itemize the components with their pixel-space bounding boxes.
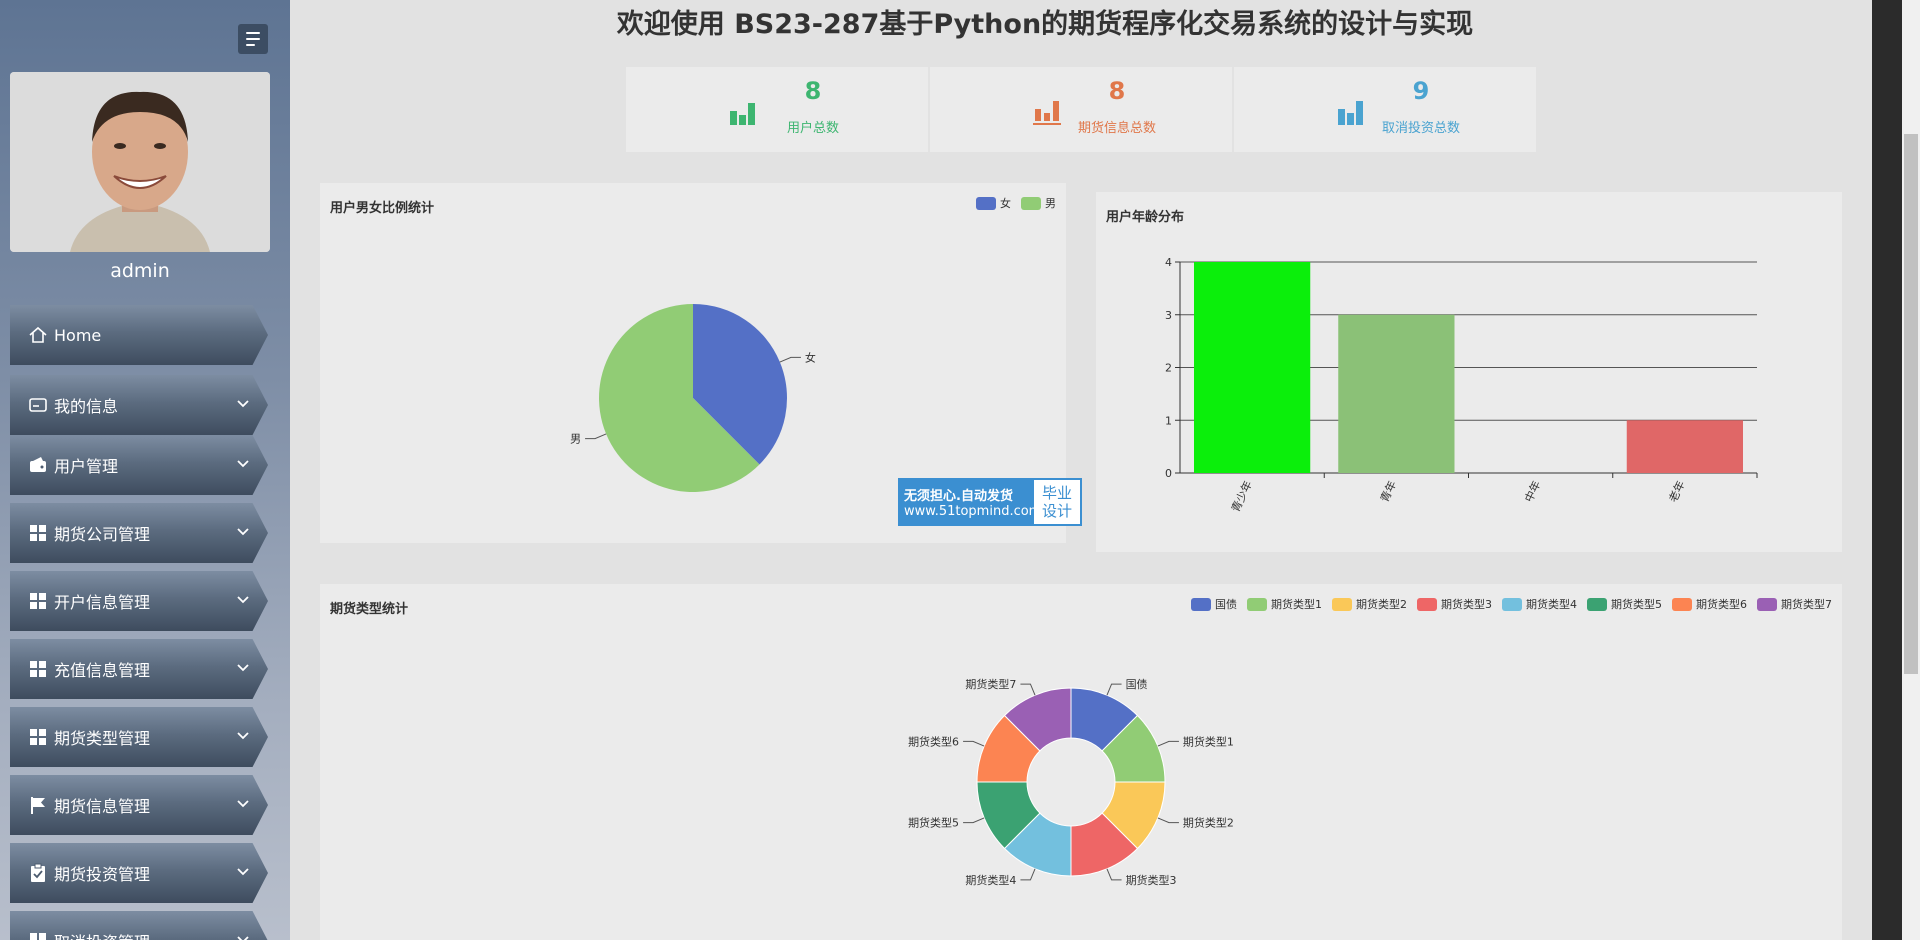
- username-label: admin: [110, 260, 170, 282]
- sidebar-item-label: 期货信息管理: [54, 797, 151, 816]
- x-tick-label: 青少年: [1228, 478, 1255, 514]
- chevron-down-icon: [237, 528, 249, 536]
- sidebar-item-label: 期货类型管理: [54, 729, 151, 748]
- label-line: [585, 433, 607, 440]
- sidebar-item-futures-type[interactable]: 期货类型管理: [10, 707, 268, 767]
- y-tick-label: 4: [1165, 256, 1172, 269]
- age-bar-chart: 0 1 2 3 4 青少年 青年 中年 老年: [1165, 256, 1758, 514]
- stat-label: 用户总数: [786, 121, 839, 136]
- y-tick-label: 1: [1165, 414, 1172, 427]
- stat-card-futures-info: 8 期货信息总数: [930, 67, 1232, 152]
- stat-value: 8: [804, 77, 822, 105]
- x-tick-label: 老年: [1666, 478, 1688, 504]
- bar[interactable]: [1626, 420, 1743, 473]
- watermark-line1: 无须担心.自动发货: [904, 489, 1013, 504]
- futures-type-donut-chart: 国债期货类型1 期货类型2 期货类型3 期货类型4 期货类型5 期货类型6 期货类型7: [908, 677, 1234, 887]
- wallet-icon: [28, 455, 48, 475]
- sidebar-item-futures-info[interactable]: 期货信息管理: [10, 775, 268, 835]
- slice-label: 期货类型4: [965, 873, 1016, 887]
- label-line: [1106, 868, 1122, 881]
- flag-icon: [28, 795, 48, 815]
- stat-label: 期货信息总数: [1077, 121, 1156, 136]
- user-photo: [10, 72, 270, 252]
- label-line: [1157, 817, 1179, 824]
- menu-toggle-button[interactable]: [238, 24, 268, 54]
- stat-card-cancel-investment: 9 取消投资总数: [1234, 67, 1536, 152]
- gender-chart-panel: 用户男女比例统计 女 男 女男 无须担心.自动发货 www.51topmind.…: [320, 183, 1082, 543]
- stat-value: 9: [1412, 77, 1430, 105]
- grid-icon: [28, 523, 48, 543]
- grid-icon: [28, 727, 48, 747]
- watermark-badge1: 毕业: [1041, 484, 1072, 502]
- label-line: [779, 356, 801, 363]
- stat-value: 8: [1108, 77, 1126, 105]
- label-line: [963, 817, 985, 824]
- sidebar-item-home[interactable]: Home: [10, 305, 268, 365]
- page-title: 欢迎使用 BS23-287基于Python的期货程序化交易系统的设计与实现: [616, 9, 1474, 40]
- label-line: [1157, 740, 1179, 747]
- label-line: [1020, 683, 1036, 696]
- sidebar: admin Home 我的信息 用户管理 期货公司管理 开户信息管理 充值信息管…: [0, 0, 290, 940]
- sidebar-item-user-management[interactable]: 用户管理: [10, 435, 268, 495]
- slice-label: 期货类型5: [908, 816, 959, 830]
- home-icon: [28, 325, 48, 345]
- sidebar-item-account-info[interactable]: 开户信息管理: [10, 571, 268, 631]
- grid-icon: [28, 591, 48, 611]
- slice-label: 国债: [1126, 677, 1148, 691]
- y-tick-label: 0: [1165, 467, 1172, 480]
- card-icon: [28, 395, 48, 415]
- avatar: [10, 72, 270, 252]
- label-line: [1106, 683, 1122, 696]
- scrollbar-thumb[interactable]: [1904, 134, 1918, 674]
- y-tick-label: 3: [1165, 309, 1172, 322]
- slice-label: 男: [570, 433, 581, 446]
- y-tick-label: 2: [1165, 362, 1172, 375]
- age-chart-panel: 用户年龄分布 0 1 2 3 4 青少年 青年 中年 老年: [1096, 192, 1842, 552]
- stat-label: 取消投资总数: [1381, 121, 1460, 136]
- sidebar-item-futures-company[interactable]: 期货公司管理: [10, 503, 268, 563]
- clipboard-icon: [28, 863, 48, 883]
- sidebar-item-recharge-info[interactable]: 充值信息管理: [10, 639, 268, 699]
- x-tick-label: 青年: [1377, 478, 1399, 504]
- label-line: [963, 740, 985, 747]
- slice-label: 女: [805, 350, 816, 364]
- slice-label: 期货类型6: [908, 734, 959, 748]
- futures-type-chart-panel: 期货类型统计 国债 期货类型1 期货类型2 期货类型3 期货类型4 期货类型5 期货类型6 期…: [320, 584, 1842, 940]
- chevron-down-icon: [237, 868, 249, 876]
- slice-label: 期货类型7: [965, 677, 1016, 691]
- bar[interactable]: [1338, 314, 1455, 473]
- slice-label: 期货类型1: [1183, 734, 1234, 748]
- sidebar-item-label: Home: [54, 325, 102, 345]
- chevron-down-icon: [237, 596, 249, 604]
- slice-label: 期货类型2: [1183, 816, 1234, 830]
- sidebar-item-label: 用户管理: [54, 457, 119, 476]
- chevron-down-icon: [237, 800, 249, 808]
- stat-card-users: 8 用户总数: [626, 67, 928, 152]
- chevron-down-icon: [237, 460, 249, 468]
- sidebar-item-label: 我的信息: [54, 397, 119, 416]
- main-content: 欢迎使用 BS23-287基于Python的期货程序化交易系统的设计与实现 8 …: [290, 0, 1872, 940]
- sidebar-item-cancel-investment[interactable]: 取消投资管理: [10, 911, 268, 940]
- watermark-badge2: 设计: [1041, 502, 1072, 520]
- sidebar-item-label: 期货公司管理: [54, 525, 151, 544]
- label-line: [1020, 868, 1036, 881]
- chevron-down-icon: [237, 400, 249, 408]
- sidebar-item-my-info[interactable]: 我的信息: [10, 375, 268, 435]
- chevron-down-icon: [237, 936, 249, 940]
- sidebar-item-label: 期货投资管理: [54, 865, 151, 884]
- watermark-line2: www.51topmind.com: [904, 504, 1042, 519]
- sidebar-item-label: 开户信息管理: [54, 593, 151, 612]
- grid-icon: [28, 659, 48, 679]
- x-tick-label: 中年: [1521, 478, 1543, 504]
- chevron-down-icon: [237, 664, 249, 672]
- slice-label: 期货类型3: [1126, 873, 1177, 887]
- chevron-down-icon: [237, 732, 249, 740]
- bar[interactable]: [1194, 262, 1311, 473]
- grid-icon: [28, 931, 48, 940]
- watermark-stamp: 无须担心.自动发货 www.51topmind.com 毕业 设计: [898, 478, 1082, 526]
- sidebar-item-futures-investment[interactable]: 期货投资管理: [10, 843, 268, 903]
- sidebar-item-label: 充值信息管理: [54, 661, 151, 680]
- sidebar-item-label: 取消投资管理: [54, 929, 150, 940]
